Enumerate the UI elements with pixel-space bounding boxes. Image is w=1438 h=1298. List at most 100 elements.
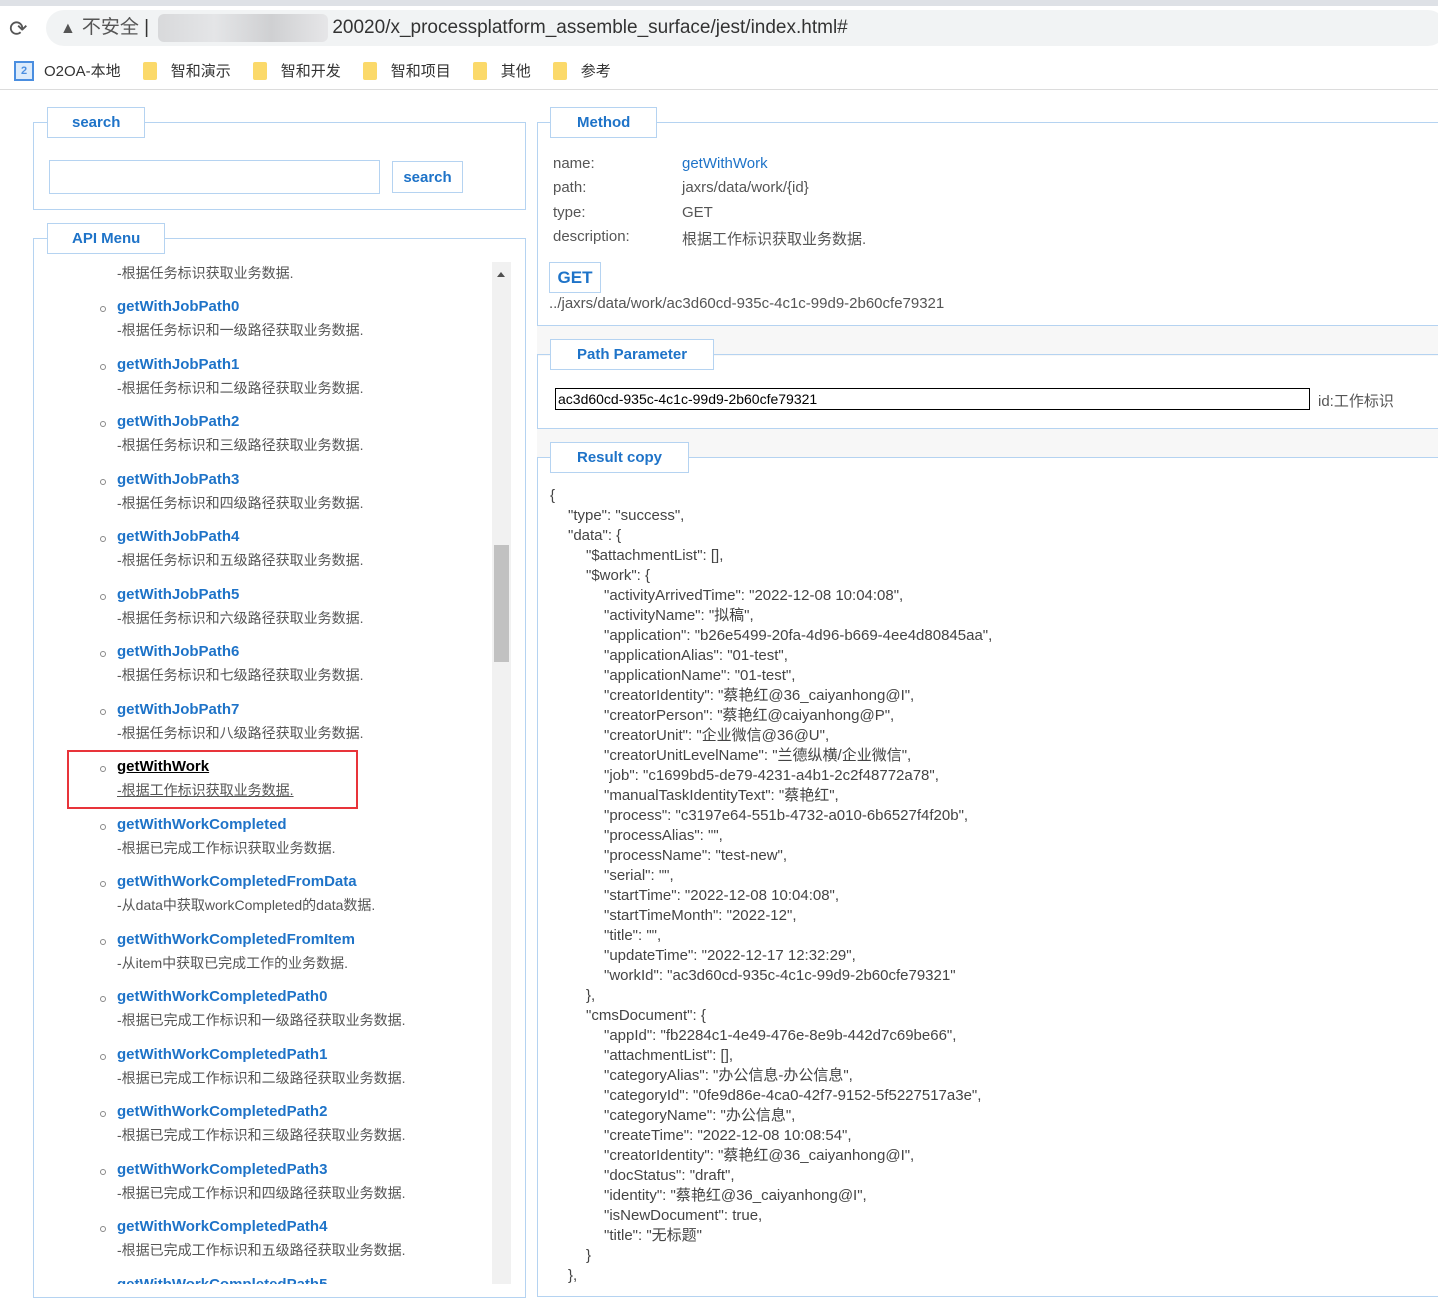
- bullet-icon: [100, 1053, 106, 1060]
- bullet-icon: [100, 823, 106, 830]
- menu-item-desc: -根据已完成工作标识和一级路径获取业务数据.: [117, 1012, 406, 1028]
- menu-item-name[interactable]: getWithWorkCompletedPath1: [117, 1046, 327, 1063]
- bullet-icon: [100, 1168, 106, 1175]
- menu-item-name[interactable]: getWithWorkCompletedPath2: [117, 1103, 327, 1120]
- bookmark-item[interactable]: 2 O2OA-本地: [14, 60, 121, 81]
- folder-icon: [142, 61, 157, 80]
- result-line: "appId": "fb2284c1-4e49-476e-8e9b-442d7c…: [604, 1027, 957, 1044]
- request-url: ../jaxrs/data/work/ac3d60cd-935c-4c1c-99…: [549, 295, 945, 312]
- path-parameter-legend: Path Parameter: [550, 339, 715, 370]
- menu-item-name[interactable]: getWithWorkCompletedPath3: [117, 1161, 327, 1178]
- bookmark-item[interactable]: 参考: [552, 60, 611, 81]
- result-line: {: [550, 487, 556, 504]
- bullet-icon: [100, 1111, 106, 1117]
- menu-item-desc: -根据任务标识和四级路径获取业务数据.: [117, 494, 364, 511]
- scroll-up-icon[interactable]: [497, 272, 505, 277]
- method-path: jaxrs/data/work/{id}: [682, 179, 809, 196]
- blurred-host: [158, 13, 329, 42]
- menu-item-name[interactable]: getWithJobPath1: [117, 356, 239, 373]
- result-line: "docStatus": "draft",: [604, 1167, 735, 1184]
- result-line: "startTimeMonth": "2022-12",: [604, 907, 797, 924]
- result-line: "process": "c3197e64-551b-4732-a010-6b65…: [604, 807, 969, 824]
- method-type: GET: [682, 204, 713, 221]
- name-label: name:: [553, 155, 595, 172]
- menu-item-name[interactable]: getWithWorkCompletedPath4: [117, 1218, 327, 1235]
- bullet-icon: [100, 478, 106, 485]
- result-line: "categoryAlias": "办公信息-办公信息",: [604, 1067, 853, 1084]
- bullet-icon: [100, 708, 106, 715]
- security-label[interactable]: 不安全: [82, 17, 139, 38]
- menu-item-name[interactable]: getWithJobPath4: [117, 528, 239, 545]
- menu-item-desc: -根据已完成工作标识和三级路径获取业务数据.: [117, 1127, 406, 1143]
- menu-item-desc: -根据任务标识和八级路径获取业务数据.: [117, 724, 364, 741]
- scrollbar-thumb[interactable]: [494, 545, 509, 662]
- search-legend: search: [47, 107, 146, 138]
- result-line: }: [586, 1247, 592, 1264]
- description-label: description:: [553, 228, 630, 245]
- result-line: },: [568, 1267, 578, 1284]
- folder-icon: [472, 61, 487, 80]
- menu-item-desc: -从data中获取workCompleted的data数据.: [117, 897, 376, 913]
- id-input[interactable]: [555, 388, 1310, 410]
- result-line: "categoryName": "办公信息",: [604, 1107, 796, 1124]
- menu-item-desc: -根据已完成工作标识和二级路径获取业务数据.: [117, 1069, 406, 1086]
- bookmark-label: 其他: [500, 63, 531, 80]
- menu-item-name[interactable]: getWithJobPath7: [117, 701, 239, 718]
- result-line: "title": "无标题": [604, 1227, 702, 1244]
- menu-item-desc: -根据任务标识和二级路径获取业务数据.: [117, 379, 364, 396]
- result-line: "categoryId": "0fe9d86e-4ca0-42f7-9152-5…: [604, 1087, 982, 1104]
- bullet-icon: [100, 363, 106, 370]
- result-line: "job": "c1699bd5-de79-4231-a4b1-2c2f4877…: [604, 767, 939, 784]
- result-line: "updateTime": "2022-12-17 12:32:29",: [604, 947, 856, 964]
- menu-item-name[interactable]: getWithWorkCompletedFromData: [117, 873, 357, 890]
- result-line: "isNewDocument": true,: [604, 1207, 763, 1224]
- id-param-label: id:工作标识: [1318, 393, 1394, 410]
- result-line: "creatorIdentity": "蔡艳红@36_caiyanhong@I"…: [604, 687, 915, 704]
- url-bar[interactable]: ▲ 不安全 | 20020/x_processplatform_assemble_…: [46, 10, 1438, 46]
- bullet-icon: [100, 881, 106, 887]
- menu-item-name[interactable]: getWithJobPath2: [117, 413, 239, 430]
- result-legend: Result copy: [550, 442, 690, 473]
- menu-item-desc: -根据任务标识和七级路径获取业务数据.: [117, 667, 364, 683]
- bookmark-label: 智和演示: [170, 63, 231, 80]
- result-line: "serial": "",: [604, 867, 674, 884]
- bookmark-item[interactable]: 智和演示: [142, 60, 231, 81]
- result-line: "application": "b26e5499-20fa-4d96-b669-…: [604, 627, 993, 644]
- reload-icon[interactable]: ⟳: [9, 16, 27, 42]
- search-input[interactable]: [49, 160, 380, 194]
- result-line: "data": {: [568, 527, 622, 544]
- bookmark-label: O2OA-本地: [44, 63, 121, 80]
- result-line: "startTime": "2022-12-08 10:04:08",: [604, 887, 840, 904]
- menu-item-desc: -根据已完成工作标识和五级路径获取业务数据.: [117, 1242, 406, 1258]
- bookmark-item[interactable]: 智和开发: [252, 60, 341, 81]
- search-button[interactable]: search: [392, 161, 463, 193]
- menu-item-desc: -从item中获取已完成工作的业务数据.: [117, 954, 348, 971]
- result-line: "applicationName": "01-test",: [604, 667, 796, 684]
- result-line: "identity": "蔡艳红@36_caiyanhong@I",: [604, 1187, 867, 1204]
- result-line: "title": "",: [604, 927, 662, 944]
- get-button[interactable]: GET: [549, 262, 601, 293]
- result-line: "createTime": "2022-12-08 10:08:54",: [604, 1127, 852, 1144]
- result-line: "creatorPerson": "蔡艳红@caiyanhong@P",: [604, 707, 895, 724]
- menu-item-name[interactable]: getWithJobPath6: [117, 643, 239, 660]
- menu-item-name[interactable]: getWithWorkCompleted: [117, 816, 287, 833]
- warning-icon[interactable]: ▲: [60, 20, 76, 37]
- result-line: "workId": "ac3d60cd-935c-4c1c-99d9-2b60c…: [604, 967, 956, 984]
- menu-item-name[interactable]: getWithWorkCompletedPath0: [117, 988, 327, 1005]
- bullet-icon: [100, 996, 106, 1002]
- bookmark-item[interactable]: 智和项目: [362, 60, 451, 81]
- menu-item-desc: -根据任务标识获取业务数据.: [117, 265, 294, 281]
- bullet-icon: [100, 421, 106, 427]
- menu-scrollbar[interactable]: [492, 262, 511, 1284]
- tab-bar: [0, 0, 1415, 4]
- bookmark-item[interactable]: 其他: [472, 60, 531, 81]
- folder-icon: [252, 61, 267, 80]
- menu-item-name[interactable]: getWithWorkCompletedPath5: [117, 1276, 327, 1285]
- menu-item-name[interactable]: getWithJobPath0: [117, 298, 239, 315]
- bullet-icon: [100, 536, 106, 542]
- menu-item-name[interactable]: getWithWorkCompletedFromItem: [117, 931, 355, 948]
- menu-item-name[interactable]: getWithJobPath3: [117, 471, 239, 488]
- result-line: "creatorIdentity": "蔡艳红@36_caiyanhong@I"…: [604, 1147, 915, 1164]
- result-line: "$work": {: [586, 567, 651, 584]
- menu-item-name[interactable]: getWithJobPath5: [117, 586, 239, 603]
